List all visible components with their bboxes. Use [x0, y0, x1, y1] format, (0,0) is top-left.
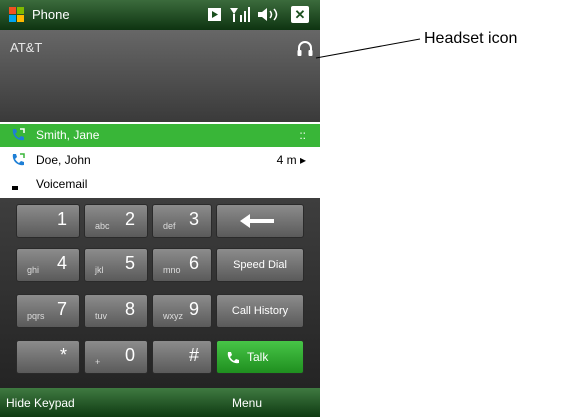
headset-callout-label: Headset icon — [424, 30, 518, 47]
callout-line — [315, 38, 421, 59]
